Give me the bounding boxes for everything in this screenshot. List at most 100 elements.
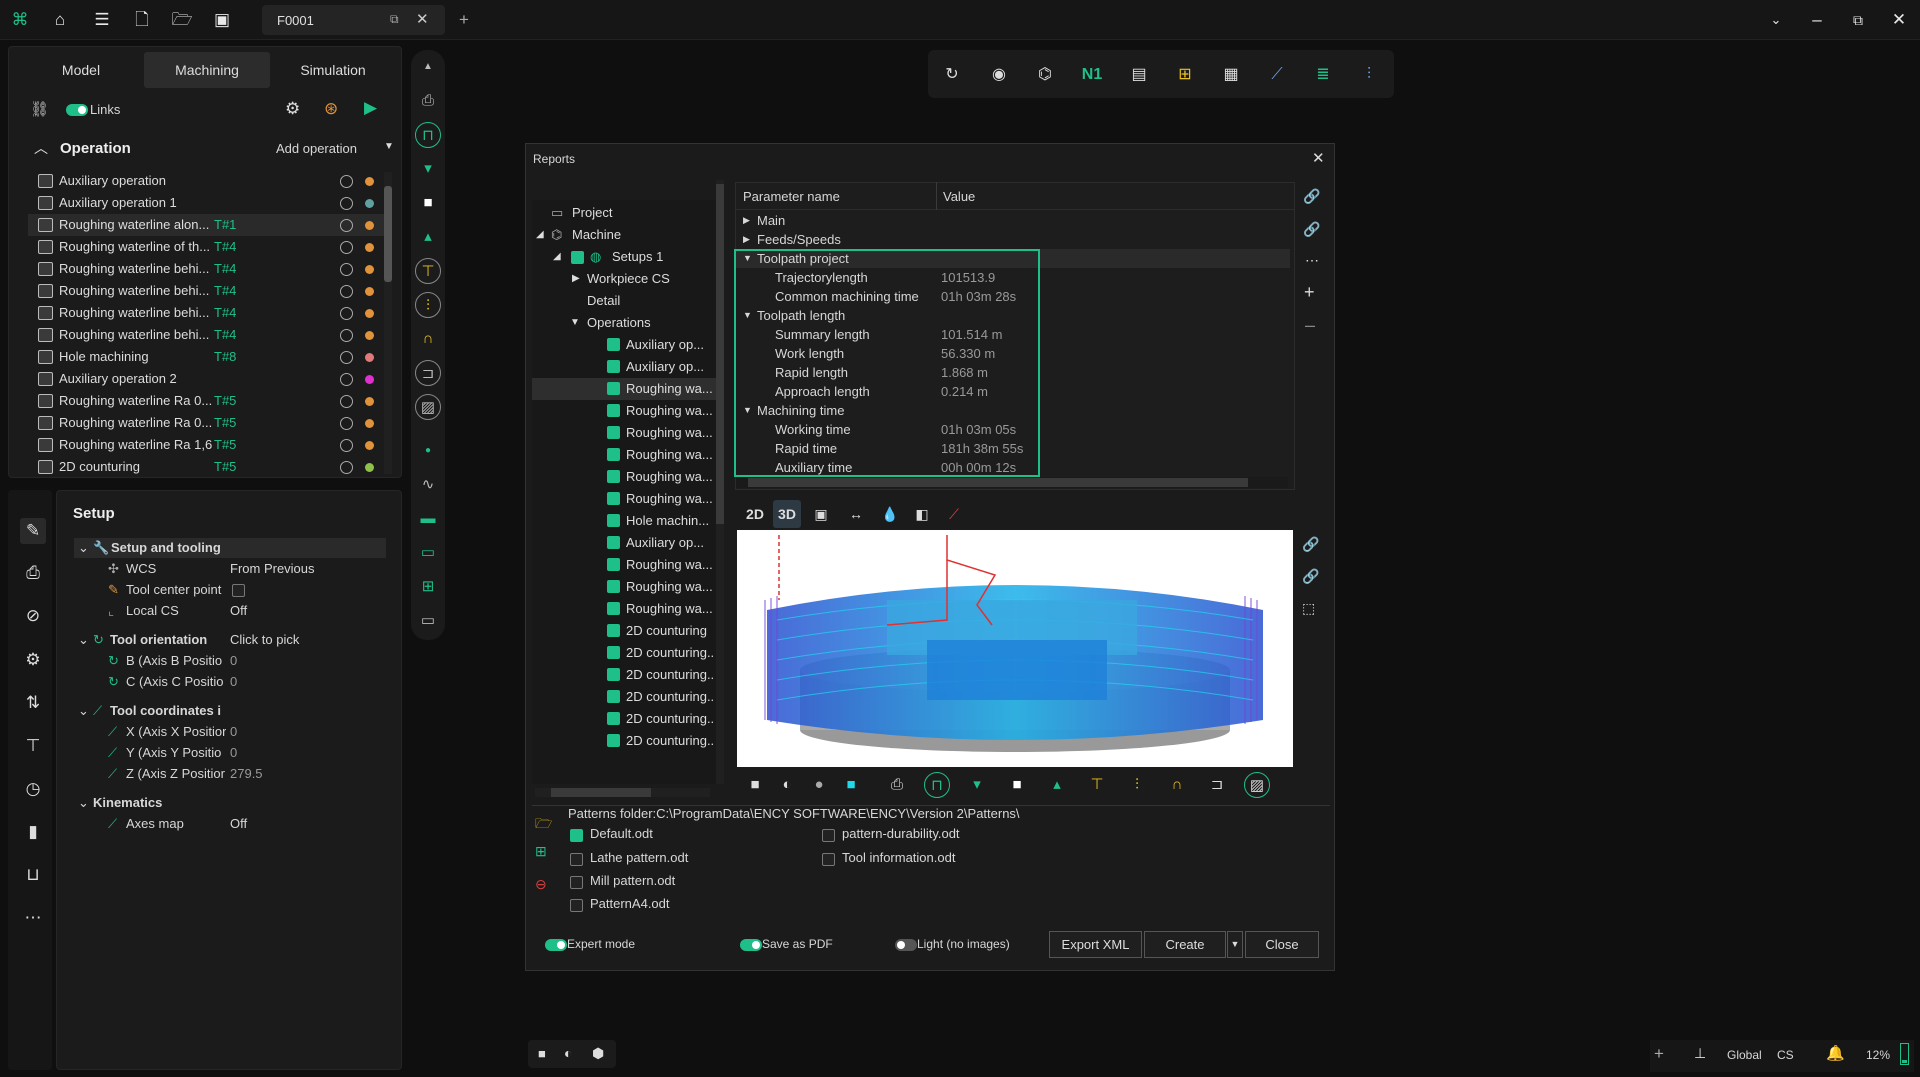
visibility-icon[interactable] bbox=[340, 197, 353, 210]
printer-icon[interactable]: ⎙ bbox=[20, 560, 46, 586]
fixture-icon[interactable]: ▴ bbox=[415, 224, 441, 250]
tree-op-checkbox[interactable] bbox=[607, 492, 620, 505]
shade-icon[interactable]: ● bbox=[806, 772, 832, 798]
operations-expand-icon[interactable]: ▼ bbox=[570, 312, 580, 334]
axis-icon[interactable]: ⟋ bbox=[940, 500, 968, 528]
add-tab-icon[interactable]: + bbox=[452, 8, 476, 32]
tree-detail[interactable]: Detail bbox=[587, 290, 620, 312]
chart-bars-icon[interactable]: ▮ bbox=[20, 819, 46, 845]
machine-icon[interactable]: ⎙ bbox=[415, 88, 441, 114]
tree-op-checkbox[interactable] bbox=[607, 580, 620, 593]
nc-icon[interactable]: N1 bbox=[1077, 60, 1107, 90]
tree-op-checkbox[interactable] bbox=[607, 668, 620, 681]
visibility-icon[interactable] bbox=[340, 175, 353, 188]
visibility-icon[interactable] bbox=[340, 351, 353, 364]
3d-viewport[interactable] bbox=[737, 530, 1293, 767]
tab-machining[interactable]: Machining bbox=[144, 52, 270, 88]
save-pdf-toggle[interactable] bbox=[740, 939, 762, 951]
screenshot-icon[interactable]: ▣ bbox=[807, 500, 835, 528]
vp-link-icon[interactable]: 🔗 bbox=[1302, 536, 1319, 553]
part-icon[interactable]: ⊐ bbox=[415, 360, 441, 386]
tree-op-checkbox[interactable] bbox=[607, 558, 620, 571]
restore-tab-icon[interactable]: ⧉ bbox=[390, 12, 399, 27]
operation-item[interactable]: Roughing waterline behi... T#4 bbox=[28, 280, 390, 302]
view-box-icon[interactable]: ■ bbox=[538, 1046, 546, 1061]
tree-op-item[interactable]: Roughing wa... bbox=[532, 466, 716, 488]
pattern-checkbox[interactable] bbox=[822, 829, 835, 842]
sheet-icon[interactable]: ▭ bbox=[415, 540, 441, 566]
tree-op-item[interactable]: Roughing wa... bbox=[532, 378, 716, 400]
reports-close-icon[interactable]: ✕ bbox=[1312, 149, 1325, 167]
tcp-checkbox[interactable] bbox=[232, 584, 245, 597]
stack-icon[interactable]: ≣ bbox=[1308, 60, 1338, 90]
status-add-icon[interactable]: + bbox=[1654, 1044, 1664, 1064]
z-axis-value[interactable]: 279.5 bbox=[230, 764, 263, 784]
color-dot-icon[interactable] bbox=[365, 331, 374, 340]
tree-op-item[interactable]: Auxiliary op... bbox=[532, 356, 716, 378]
operation-item[interactable]: Roughing waterline of th... T#4 bbox=[28, 236, 390, 258]
color-dot-icon[interactable] bbox=[365, 441, 374, 450]
tree-op-checkbox[interactable] bbox=[607, 624, 620, 637]
menu-icon[interactable]: ☰ bbox=[90, 8, 114, 32]
vp-snapshot-icon[interactable]: ⬚ bbox=[1302, 600, 1315, 617]
tree-op-checkbox[interactable] bbox=[607, 536, 620, 549]
tree-op-checkbox[interactable] bbox=[607, 602, 620, 615]
visibility-icon[interactable] bbox=[340, 241, 353, 254]
b-tool-icon[interactable]: ▾ bbox=[964, 772, 990, 798]
folder-icon[interactable]: 🗁 bbox=[535, 813, 552, 837]
b-part-icon[interactable]: ⊐ bbox=[1204, 772, 1230, 798]
setup-tool-icon[interactable]: ✎ bbox=[20, 518, 46, 544]
tree-op-item[interactable]: 2D counturing... bbox=[532, 730, 716, 752]
view-shade-icon[interactable]: ◐ bbox=[564, 1045, 572, 1061]
tool-path-icon[interactable]: ⊤ bbox=[415, 258, 441, 284]
layers-icon[interactable]: ◧ bbox=[908, 500, 936, 528]
operation-item[interactable]: Auxiliary operation 2 bbox=[28, 368, 390, 390]
setups-checkbox[interactable] bbox=[571, 251, 584, 264]
export-xml-button[interactable]: Export XML bbox=[1049, 931, 1142, 958]
color-dot-icon[interactable] bbox=[365, 375, 374, 384]
tool-coords-chevron-icon[interactable]: ⌄ bbox=[78, 701, 89, 721]
tree-op-item[interactable]: 2D counturing... bbox=[532, 664, 716, 686]
pattern-checkbox[interactable] bbox=[570, 899, 583, 912]
y-axis-value[interactable]: 0 bbox=[230, 743, 237, 763]
b-drill-icon[interactable]: ⫶ bbox=[1124, 772, 1150, 798]
tree-op-item[interactable]: Roughing wa... bbox=[532, 444, 716, 466]
refresh-icon[interactable]: ↻ bbox=[937, 60, 967, 90]
more-options-icon[interactable]: ⋯ bbox=[1305, 252, 1319, 269]
drill-icon[interactable]: ⊤ bbox=[20, 733, 46, 759]
tools-icon[interactable]: ⊞ bbox=[1170, 60, 1200, 90]
pattern-checkbox[interactable] bbox=[570, 876, 583, 889]
color-dot-icon[interactable] bbox=[365, 243, 374, 252]
tree-op-item[interactable]: Roughing wa... bbox=[532, 488, 716, 510]
visibility-icon[interactable] bbox=[340, 285, 353, 298]
create-button[interactable]: Create bbox=[1144, 931, 1226, 958]
tool-orient-value[interactable]: Click to pick bbox=[230, 630, 299, 650]
scroll-up-icon[interactable]: ▲ bbox=[415, 54, 441, 80]
operation-item[interactable]: Roughing waterline Ra 1,6 T#5 bbox=[28, 434, 390, 456]
color-dot-icon[interactable] bbox=[365, 309, 374, 318]
tree-op-checkbox[interactable] bbox=[607, 448, 620, 461]
tree-op-item[interactable]: 2D counturing bbox=[532, 620, 716, 642]
run-icon[interactable]: ▶ bbox=[364, 98, 377, 118]
tree-op-checkbox[interactable] bbox=[607, 646, 620, 659]
more-icon[interactable]: ⋯ bbox=[20, 905, 46, 931]
tree-op-checkbox[interactable] bbox=[607, 338, 620, 351]
tree-op-item[interactable]: Roughing wa... bbox=[532, 400, 716, 422]
machine-expand-icon[interactable]: ◢ bbox=[536, 224, 544, 246]
tree-op-checkbox[interactable] bbox=[607, 382, 620, 395]
visibility-icon[interactable] bbox=[340, 395, 353, 408]
light-toggle[interactable] bbox=[895, 939, 917, 951]
param-h-scrollbar[interactable] bbox=[736, 477, 1288, 488]
remove-pattern-icon[interactable]: ⊖ bbox=[535, 876, 547, 893]
b-magnet-icon[interactable]: ∩ bbox=[1164, 772, 1190, 798]
color-dot-icon[interactable] bbox=[365, 419, 374, 428]
param-row-feeds[interactable]: ▶ Feeds/Speeds bbox=[735, 230, 1290, 249]
settings-icon[interactable]: ⚙ bbox=[20, 647, 46, 673]
new-file-icon[interactable]: 🗋 bbox=[130, 8, 154, 32]
b-stock-icon[interactable]: ■ bbox=[1004, 772, 1030, 798]
unlink-icon[interactable]: 🔗 bbox=[1303, 221, 1320, 238]
visibility-icon[interactable] bbox=[340, 263, 353, 276]
visibility-icon[interactable] bbox=[340, 439, 353, 452]
cs-global-label[interactable]: Global bbox=[1727, 1048, 1762, 1062]
holder-icon[interactable]: ⊓ bbox=[415, 122, 441, 148]
